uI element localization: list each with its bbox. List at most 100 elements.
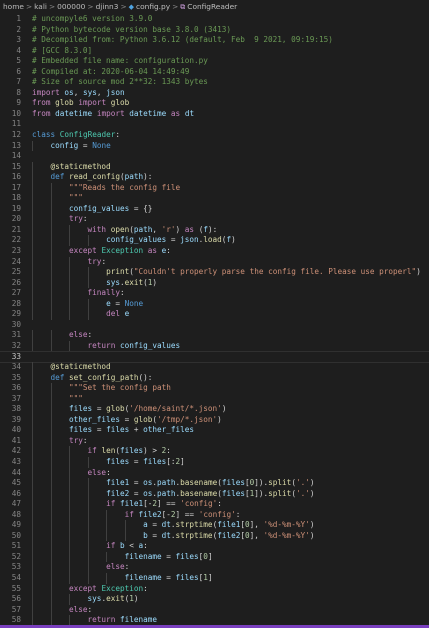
line-number: 46 [11,488,21,498]
code-text: # Compiled at: 2020-06-04 14:49:49 [32,66,190,76]
line-number: 14 [11,151,21,161]
line-number: 37 [11,393,21,403]
code-line[interactable]: 1 # uncompyle6 version 3.9.0 [0,14,429,25]
code-text: try: [21,435,88,447]
code-editor[interactable]: 1 # uncompyle6 version 3.9.0 2 # Python byt… [0,14,429,626]
code-text: try: [21,256,106,268]
breadcrumb-item-djinn3[interactable]: djinn3 [96,2,119,11]
code-text: else: [21,562,129,573]
line-number: 42 [11,446,21,456]
code-line[interactable]: 32 return config_values [0,340,429,352]
code-text: # Decompiled from: Python 3.6.12 (defaul… [32,35,333,45]
code-line[interactable]: 52 filename = files[0] [0,551,429,563]
code-line[interactable]: 14 [0,151,429,162]
line-number: 54 [11,572,21,582]
code-line[interactable]: 51 if b < a: [0,541,429,552]
code-line[interactable]: 3 # Decompiled from: Python 3.6.12 (defau… [0,35,429,46]
code-line[interactable]: 21 with open(path, 'r') as (f): [0,224,429,236]
code-line[interactable]: 31 else: [0,330,429,341]
code-text: config = None [21,140,111,152]
code-line[interactable]: 34 @staticmethod [0,362,429,373]
chevron-right-icon: > [48,2,56,11]
code-text: with open(path, 'r') as (f): [21,224,217,236]
code-line[interactable]: 42 if len(files) > 2: [0,446,429,457]
code-line[interactable]: 22 config_values = json.load(f) [0,235,429,247]
code-line[interactable]: 45 file1 = os.path.basename(files[0]).sp… [0,478,429,489]
code-line[interactable]: 5 # Embedded file name: configuration.py [0,56,429,67]
code-text: files = glob('/home/saint/*.json') [21,404,226,415]
line-number: 43 [11,456,21,466]
code-text: finally: [21,288,125,299]
code-line[interactable]: 47 if file1[-2] == 'config': [0,499,429,510]
code-line[interactable]: 44 else: [0,467,429,479]
code-text: a = dt.strptime(file1[0], '%d-%m-%Y') [21,520,314,531]
line-number: 50 [11,530,21,540]
code-text: """Reads the config file [32,182,181,194]
code-line[interactable]: 56 sys.exit(1) [0,594,429,605]
line-number: 22 [11,235,21,245]
line-number: 29 [11,309,21,319]
line-number: 49 [11,520,21,530]
line-number: 19 [11,203,21,213]
code-line[interactable]: 50 b = dt.strptime(file2[0], '%d-%m-%Y') [0,530,429,542]
code-line[interactable]: 33 [0,350,429,364]
line-number: 17 [11,182,21,192]
code-line[interactable]: 37 """ [0,393,429,405]
line-number: 11 [11,119,21,129]
code-line[interactable]: 11 [0,119,429,130]
code-line[interactable]: 15 @staticmethod [0,161,429,173]
line-number: 5 [16,56,21,66]
code-text: def read_config(path): [21,172,152,183]
code-line[interactable]: 30 [0,320,429,331]
code-line[interactable]: 6 # Compiled at: 2020-06-04 14:49:49 [0,67,429,78]
line-number: 26 [11,277,21,287]
code-line[interactable]: 43 files = files[:2] [0,456,429,468]
code-text: if file1[-2] == 'config': [21,499,222,510]
code-line[interactable]: 19 config_values = {} [0,203,429,215]
code-line[interactable]: 2 # Python bytecode version base 3.8.0 (3… [0,25,429,36]
code-text: def set_config_path(): [21,372,152,384]
code-line[interactable]: 55 except Exception: [0,583,429,595]
code-line[interactable]: 40 files = files + other_files [0,425,429,436]
code-line[interactable]: 53 else: [0,562,429,573]
code-line[interactable]: 25 print("Couldn't properly parse the co… [0,267,429,278]
code-line[interactable]: 12 class ConfigReader: [0,130,429,141]
code-line[interactable]: 7 # Size of source mod 2**32: 1343 bytes [0,77,429,88]
code-line[interactable]: 35 def set_config_path(): [0,372,429,384]
code-line[interactable]: 10 from datetime import datetime as dt [0,109,429,120]
code-line[interactable]: 20 try: [0,214,429,225]
code-line[interactable]: 38 files = glob('/home/saint/*.json') [0,404,429,415]
code-line[interactable]: 48 if file2[-2] == 'config': [0,509,429,521]
code-line[interactable]: 8 import os, sys, json [0,88,429,99]
code-line[interactable]: 29 del e [0,309,429,320]
code-text: @staticmethod [21,161,111,173]
code-line[interactable]: 23 except Exception as e: [0,246,429,257]
code-line[interactable]: 9 from glob import glob [0,98,429,109]
breadcrumb-item-kali[interactable]: kali [34,2,47,11]
breadcrumb-item-000000[interactable]: 000000 [57,2,85,11]
code-line[interactable]: 27 finally: [0,288,429,299]
code-text: # [GCC 8.3.0] [32,45,93,55]
code-line[interactable]: 36 """Set the config path [0,383,429,394]
code-line[interactable]: 17 """Reads the config file [0,182,429,194]
code-line[interactable]: 49 a = dt.strptime(file1[0], '%d-%m-%Y') [0,520,429,531]
line-number: 18 [11,193,21,203]
code-line[interactable]: 26 sys.exit(1) [0,277,429,289]
breadcrumb-item-home[interactable]: home [3,2,24,11]
line-number: 38 [11,404,21,414]
breadcrumb-item-symbol[interactable]: ConfigReader [187,2,237,11]
code-line[interactable]: 24 try: [0,256,429,268]
code-line[interactable]: 39 other_files = glob('/tmp/*.json') [0,414,429,426]
code-line[interactable]: 41 try: [0,435,429,447]
code-line[interactable]: 13 config = None [0,140,429,152]
code-line[interactable]: 16 def read_config(path): [0,172,429,183]
code-line[interactable]: 4 # [GCC 8.3.0] [0,46,429,57]
code-line[interactable]: 18 """ [0,193,429,204]
code-line[interactable]: 54 filename = files[1] [0,572,429,584]
line-number: 31 [11,330,21,340]
code-line[interactable]: 57 else: [0,604,429,616]
code-line[interactable]: 46 file2 = os.path.basename(files[1]).sp… [0,488,429,500]
code-line[interactable]: 28 e = None [0,298,429,310]
breadcrumb-item-file[interactable]: config.py [136,2,170,11]
